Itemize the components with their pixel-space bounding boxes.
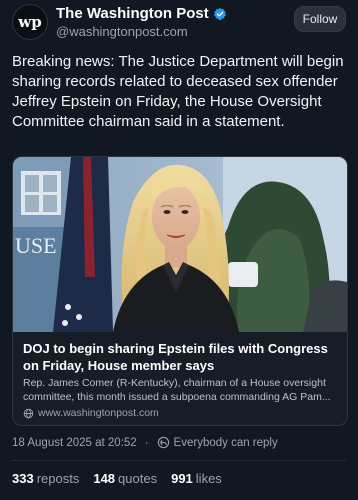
author-handle[interactable]: @washingtonpost.com <box>56 24 188 39</box>
reply-setting[interactable]: Everybody can reply <box>157 436 278 449</box>
quotes-label: quotes <box>118 471 158 486</box>
reposts-label: reposts <box>36 471 80 486</box>
meta-separator: · <box>144 436 149 449</box>
verified-badge-icon <box>213 7 226 20</box>
globe-icon <box>23 408 34 418</box>
svg-text:USE: USE <box>15 233 57 258</box>
post-stats: 333 reposts 148 quotes 991 likes <box>12 471 222 486</box>
reposts-count: 333 <box>12 471 34 486</box>
link-card[interactable]: USE DOJ to begin sharing Epstein files w… <box>12 156 348 426</box>
post-text: Breaking news: The Justice Department wi… <box>12 53 344 130</box>
post-meta: 18 August 2025 at 20:52 · Everybody can … <box>12 436 278 449</box>
news-photo[interactable]: USE <box>13 157 347 332</box>
quotes-count: 148 <box>93 471 116 486</box>
likes-count: 991 <box>171 471 193 486</box>
author-name-row: The Washington Post <box>56 5 227 22</box>
post-timestamp[interactable]: 18 August 2025 at 20:52 <box>12 437 137 449</box>
link-card-url[interactable]: www.washingtonpost.com <box>23 407 159 419</box>
likes-stat[interactable]: 991 likes <box>171 471 222 486</box>
author-name[interactable]: The Washington Post <box>56 5 209 22</box>
link-card-title[interactable]: DOJ to begin sharing Epstein files with … <box>23 340 339 374</box>
reposts-stat[interactable]: 333 reposts <box>12 471 79 486</box>
follow-button[interactable]: Follow <box>294 6 346 32</box>
reply-setting-icon <box>157 436 169 449</box>
link-card-description: Rep. James Comer (R-Kentucky), chairman … <box>23 377 331 403</box>
link-card-url-text: www.washingtonpost.com <box>38 407 159 419</box>
divider <box>12 460 346 461</box>
quotes-stat[interactable]: 148 quotes <box>93 471 157 486</box>
avatar-logo-text: wp <box>18 13 42 31</box>
post-header: wp The Washington Post @washingtonpost.c… <box>0 0 358 48</box>
likes-label: likes <box>195 471 222 486</box>
reply-setting-label: Everybody can reply <box>173 436 278 449</box>
avatar[interactable]: wp <box>12 4 48 40</box>
